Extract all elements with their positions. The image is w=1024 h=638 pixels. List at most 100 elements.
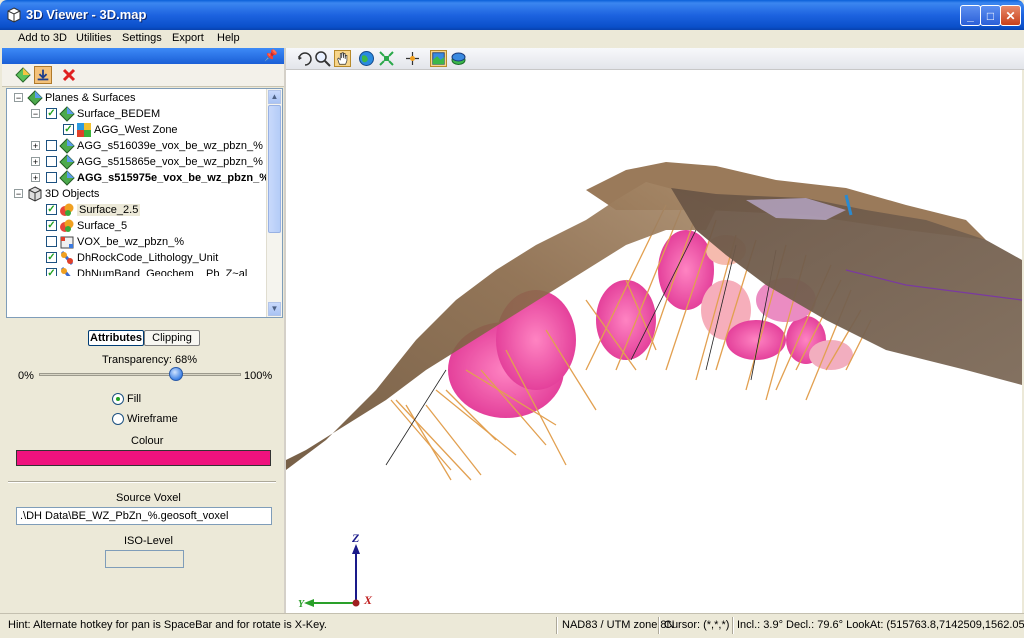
minimize-button[interactable]: _ — [960, 5, 981, 26]
tree-node-dh-rockcode[interactable]: ✓ DhRockCode_Lithology_Unit — [7, 250, 267, 266]
tree-node-agg-515975e[interactable]: + AGG_s515975e_vox_be_wz_pbzn_% — [7, 170, 269, 186]
transparency-slider-track[interactable] — [39, 373, 241, 376]
rotate-icon[interactable] — [296, 50, 313, 67]
fill-radio[interactable] — [112, 393, 124, 405]
tree-scrollbar[interactable]: ▲ ▼ — [266, 89, 282, 317]
colour-label: Colour — [131, 435, 164, 447]
grid-raster-icon — [77, 123, 91, 137]
maximize-button[interactable]: □ — [980, 5, 1001, 26]
visibility-checkbox[interactable]: ✓ — [46, 204, 57, 215]
menu-help[interactable]: Help — [217, 32, 240, 44]
surface-icon — [59, 106, 75, 122]
transparency-slider-thumb[interactable] — [169, 367, 184, 381]
menu-utilities[interactable]: Utilities — [76, 32, 111, 44]
zoom-extents-icon[interactable] — [378, 50, 395, 67]
pin-icon[interactable]: 📌 — [264, 49, 278, 62]
iso-level-label: ISO-Level — [124, 535, 173, 547]
source-voxel-field[interactable]: .\DH Data\BE_WZ_PbZn_%.geosoft_voxel — [16, 507, 272, 525]
wireframe-label: Wireframe — [127, 413, 178, 425]
panel-header: 📌 — [2, 48, 284, 64]
axis-z-label: Z — [351, 531, 360, 545]
render-mode-icon[interactable] — [430, 50, 447, 67]
slider-min-label: 0% — [18, 370, 34, 382]
drillhole-icon — [60, 267, 71, 276]
drillhole-icon — [60, 251, 74, 265]
visibility-checkbox[interactable]: ✓ — [63, 124, 74, 135]
visibility-checkbox[interactable]: ✓ — [46, 252, 57, 263]
isosurface-icon — [60, 219, 74, 232]
surface-icon — [59, 138, 75, 154]
expand-toggle-icon[interactable]: + — [31, 157, 40, 167]
menu-add-to-3d[interactable]: Add to 3D — [18, 32, 67, 44]
status-divider — [556, 617, 558, 634]
close-button[interactable]: ✕ — [1000, 5, 1021, 26]
window-title: 3D Viewer - 3D.map — [26, 7, 147, 22]
status-divider — [658, 617, 660, 634]
menu-export[interactable]: Export — [172, 32, 204, 44]
layer-toolbar — [2, 64, 284, 87]
tab-attributes[interactable]: Attributes — [88, 330, 144, 346]
status-divider — [732, 617, 734, 634]
collapse-toggle-icon[interactable]: − — [14, 93, 23, 103]
collapse-toggle-icon[interactable]: − — [31, 109, 40, 119]
tree-node-agg-516039e[interactable]: + AGG_s516039e_vox_be_wz_pbzn_% — [7, 138, 267, 154]
menu-settings[interactable]: Settings — [122, 32, 162, 44]
collapse-toggle-icon[interactable]: − — [14, 189, 23, 199]
import-icon[interactable] — [34, 66, 52, 84]
title-bar: 3D Viewer - 3D.map _ □ ✕ — [0, 0, 1024, 30]
3d-scene[interactable]: Z X Y — [286, 70, 1022, 613]
visibility-checkbox[interactable] — [46, 140, 57, 151]
fill-label: Fill — [127, 393, 142, 405]
scroll-up-icon[interactable]: ▲ — [268, 90, 281, 104]
status-view-orientation: Incl.: 3.9° Decl.: 79.6° LookAt: (515763… — [737, 619, 1024, 631]
globe-icon[interactable] — [358, 50, 375, 67]
visibility-checkbox[interactable] — [46, 236, 57, 247]
tab-clipping[interactable]: Clipping — [144, 330, 200, 346]
surface-icon — [59, 170, 75, 186]
divider — [8, 481, 276, 483]
delete-icon[interactable] — [60, 66, 78, 84]
tree-node-surface-bedem[interactable]: − ✓ Surface_BEDEM — [7, 106, 267, 122]
move-light-icon[interactable] — [404, 50, 421, 67]
cube-icon — [28, 186, 42, 202]
axis-y-label: Y — [298, 599, 305, 610]
slider-max-label: 100% — [244, 370, 273, 382]
scroll-thumb[interactable] — [268, 105, 281, 233]
menu-bar: Add to 3D Utilities Settings Export Help — [0, 30, 1024, 48]
expand-toggle-icon[interactable]: + — [31, 141, 40, 151]
axis-x-label: X — [363, 593, 373, 607]
visibility-checkbox[interactable]: ✓ — [46, 268, 57, 276]
isosurface-icon — [60, 203, 74, 216]
visibility-checkbox[interactable]: ✓ — [46, 220, 57, 231]
tree-node-3d-objects[interactable]: − 3D Objects — [7, 186, 267, 202]
properties-panel: Attributes Clipping Transparency: 68% 0%… — [2, 322, 284, 613]
tree-node-agg-west-zone[interactable]: ✓ AGG_West Zone — [7, 122, 267, 138]
scroll-down-icon[interactable]: ▼ — [268, 302, 281, 316]
tree-node-dh-numband[interactable]: ✓ DhNumBand_Geochem__Pb_Z~al — [7, 266, 267, 276]
visibility-checkbox[interactable] — [46, 172, 57, 183]
layer-tree: − Planes & Surfaces − ✓ Surface_BEDEM ✓ … — [6, 88, 283, 318]
voxel-icon — [60, 236, 74, 249]
tree-node-vox[interactable]: VOX_be_wz_pbzn_% — [7, 234, 267, 250]
3d-viewport[interactable]: Z X Y — [286, 70, 1022, 613]
visibility-checkbox[interactable] — [46, 156, 57, 167]
status-bar: Hint: Alternate hotkey for pan is SpaceB… — [0, 613, 1024, 638]
source-voxel-label: Source Voxel — [116, 492, 181, 504]
iso-level-field[interactable] — [105, 550, 184, 568]
wireframe-radio[interactable] — [112, 413, 124, 425]
app-cube-icon — [7, 7, 21, 23]
scene-icon[interactable] — [450, 50, 467, 67]
visibility-checkbox[interactable]: ✓ — [46, 108, 57, 119]
axis-triad: Z X Y — [298, 531, 373, 610]
tree-node-planes-surfaces[interactable]: − Planes & Surfaces — [7, 90, 267, 106]
pan-hand-icon[interactable] — [334, 50, 351, 67]
layer-panel: 📌 − Planes & Surfaces − ✓ Surface_BEDEM … — [2, 48, 284, 613]
zoom-icon[interactable] — [314, 50, 331, 67]
tree-node-surface-2-5[interactable]: ✓ Surface_2.5 — [7, 202, 267, 218]
tree-node-agg-515865e[interactable]: + AGG_s515865e_vox_be_wz_pbzn_% — [7, 154, 267, 170]
surface-icon — [59, 154, 75, 170]
add-layer-icon[interactable] — [14, 66, 32, 84]
expand-toggle-icon[interactable]: + — [31, 173, 40, 183]
tree-node-surface-5[interactable]: ✓ Surface_5 — [7, 218, 267, 234]
colour-swatch-button[interactable] — [16, 450, 271, 466]
